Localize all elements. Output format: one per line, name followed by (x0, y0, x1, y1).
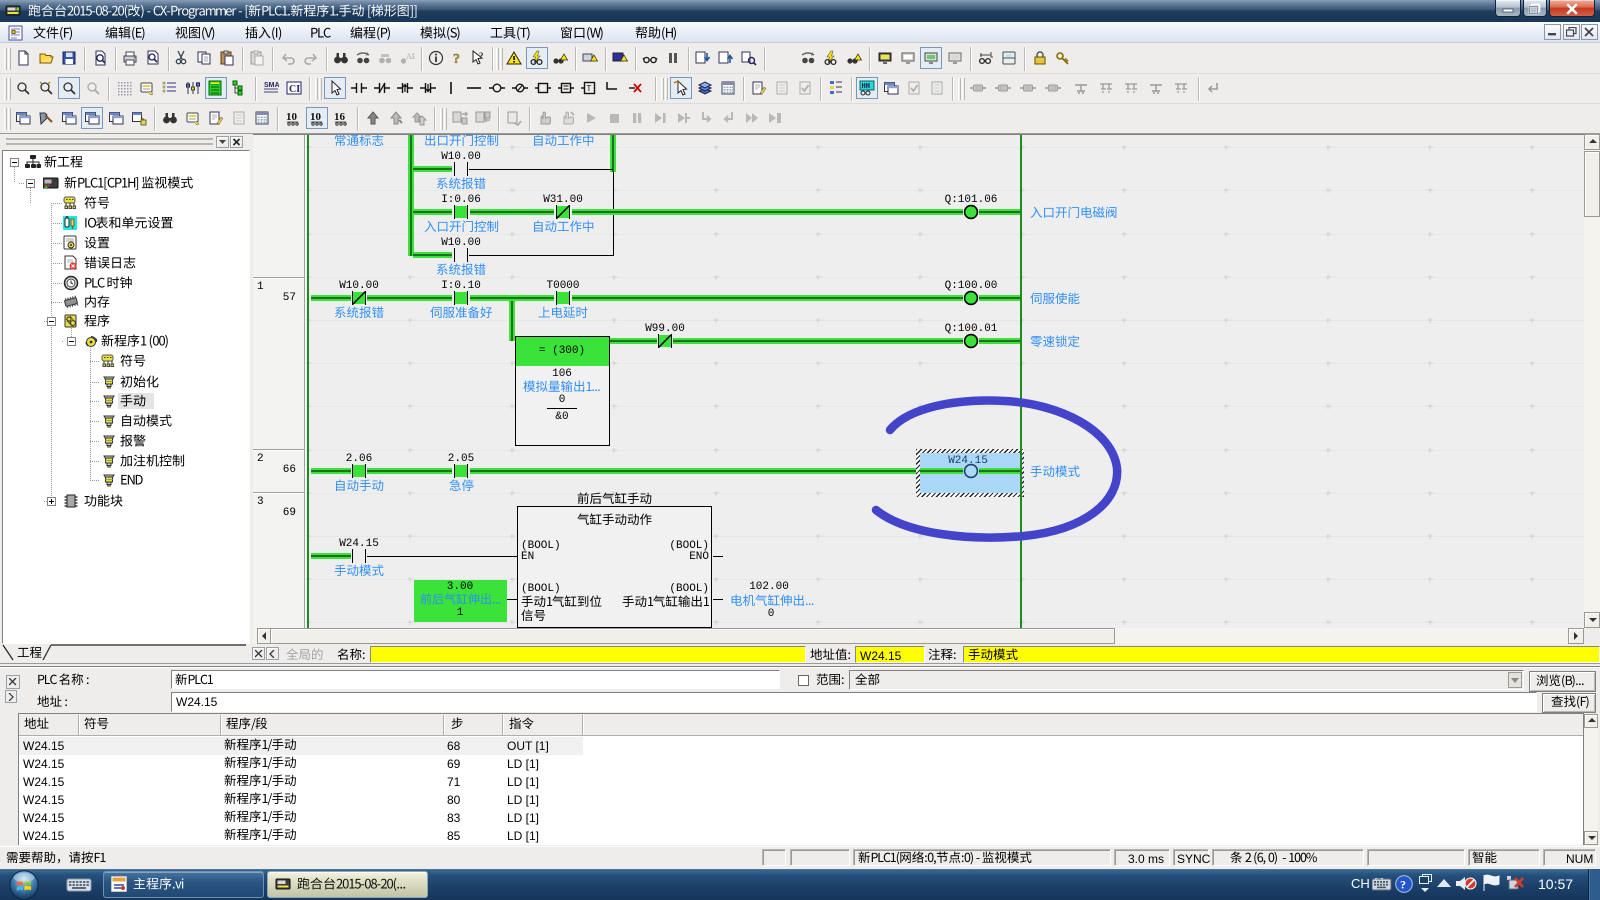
svg-text:HH: HH (862, 82, 870, 90)
svg-text:?: ? (453, 52, 460, 66)
svg-text:T: T (587, 84, 592, 93)
svg-text:?: ? (1400, 878, 1406, 892)
svg-text:AB: AB (406, 52, 415, 61)
svg-text:16: 16 (334, 111, 346, 123)
svg-text:CI: CI (289, 84, 300, 95)
svg-text:?: ? (479, 51, 484, 61)
svg-text:10: 10 (286, 111, 298, 123)
svg-text:SMA: SMA (264, 82, 279, 89)
svg-text:10: 10 (310, 111, 322, 123)
